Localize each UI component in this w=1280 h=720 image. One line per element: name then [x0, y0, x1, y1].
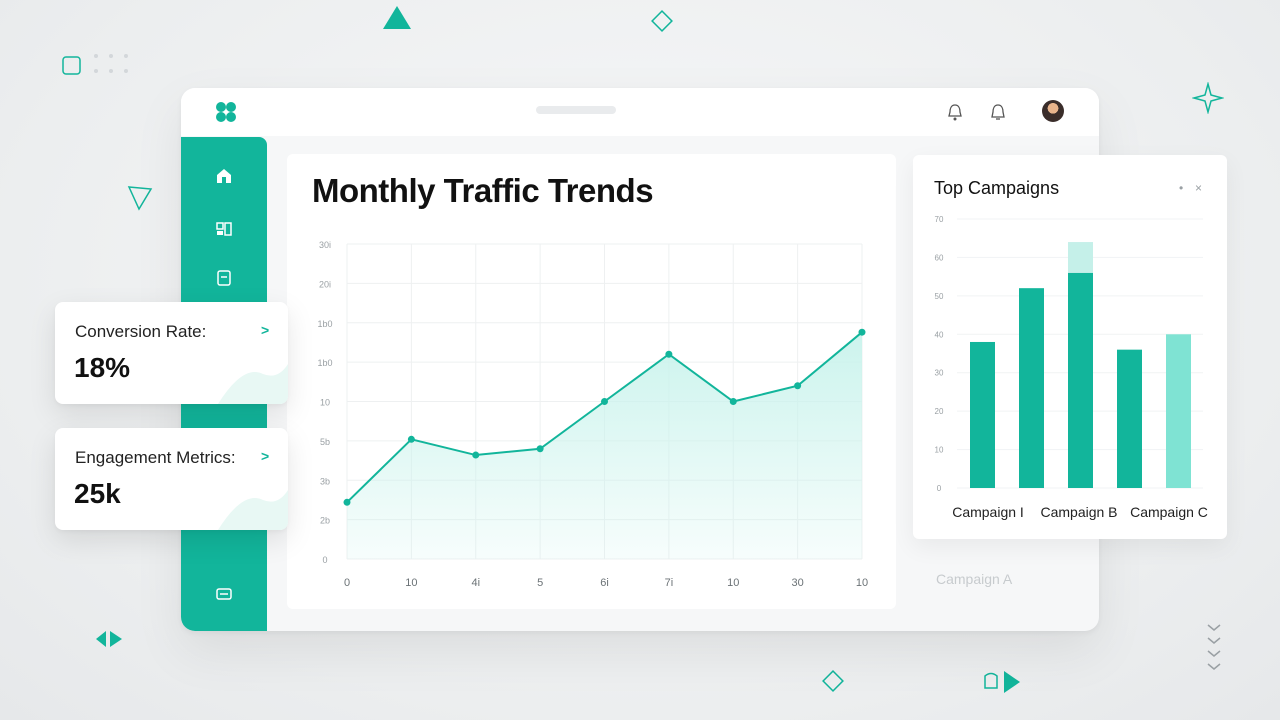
pennant-decoration [126, 184, 154, 212]
x-tick-label: 6i [600, 577, 609, 589]
clover-logo-icon[interactable] [213, 100, 239, 129]
bar [1068, 272, 1093, 488]
bar [1117, 349, 1142, 488]
y-tick-label: 3b [320, 476, 330, 486]
y-tick-label: 10 [935, 446, 944, 455]
data-point [665, 350, 673, 358]
x-tick-label: 10 [405, 577, 417, 589]
top-bar [181, 88, 1099, 136]
x-tick-label: 30 [792, 577, 804, 589]
category-label: Campaign B [1040, 504, 1117, 520]
bar [970, 341, 995, 488]
stat-label: Conversion Rate: [75, 322, 207, 341]
bell-icon[interactable] [946, 102, 964, 127]
y-tick-label: 30 [935, 369, 944, 378]
diamond-decoration [648, 7, 676, 35]
stat-label: Engagement Metrics: [75, 448, 236, 467]
search-bar[interactable] [536, 106, 616, 114]
sparkle-decoration [1192, 82, 1224, 114]
y-tick-label: 10 [320, 398, 330, 408]
traffic-chart-card: Monthly Traffic Trends 0 2b 3b 5b 10 1b0 1b0 20… [287, 154, 896, 609]
x-tick-label: 0 [344, 577, 350, 589]
document-icon[interactable] [215, 269, 233, 292]
y-tick-label: 30i [319, 240, 331, 250]
engagement-metrics-card[interactable]: Engagement Metrics: 25k > [55, 428, 288, 530]
category-label: Campaign I [952, 504, 1024, 520]
y-tick-label: 20 [935, 407, 944, 416]
y-tick-label: 60 [935, 253, 944, 262]
square-decoration [61, 55, 83, 77]
diamond-outline-decoration [818, 666, 848, 696]
ghost-campaign-label: Campaign A [936, 571, 1013, 587]
bar [1166, 334, 1191, 488]
top-campaigns-card: Top Campaigns • × 0 10 20 30 40 50 60 70 Campaig… [913, 155, 1227, 539]
y-tick-label: 50 [935, 292, 944, 301]
y-tick-label: 0 [322, 555, 327, 565]
dots-decoration [92, 52, 134, 80]
user-avatar[interactable] [1042, 100, 1064, 122]
notification-icon[interactable] [989, 102, 1007, 127]
data-point [472, 451, 480, 459]
dashboard-icon[interactable] [215, 220, 233, 243]
category-label: Campaign C [1130, 504, 1208, 520]
campaigns-bar-chart: 0 10 20 30 40 50 60 70 Campaign I Campaign B Campa… [935, 215, 1208, 520]
data-point [536, 445, 544, 453]
data-point [858, 328, 866, 336]
folder-icon[interactable] [215, 585, 233, 608]
data-point [601, 398, 608, 405]
y-tick-label: 0 [937, 484, 942, 493]
triangle-decoration [381, 4, 413, 30]
y-tick-label: 5b [320, 437, 330, 447]
chevrons-decoration [1205, 622, 1223, 674]
bar-segment [1068, 242, 1093, 273]
conversion-rate-card[interactable]: Conversion Rate: 18% > [55, 302, 288, 404]
chevron-right-icon[interactable]: > [261, 322, 269, 338]
data-point [407, 435, 415, 443]
x-tick-label: 10 [727, 577, 739, 589]
arrows-decoration [94, 625, 124, 653]
chevron-right-icon[interactable]: > [261, 448, 269, 464]
stat-value: 25k [74, 478, 121, 509]
wave-decoration [218, 364, 288, 404]
stat-value: 18% [74, 352, 131, 383]
x-tick-label: 4i [471, 577, 480, 589]
bar [1019, 288, 1044, 488]
y-tick-label: 20i [319, 279, 331, 289]
y-tick-label: 1b0 [317, 358, 332, 368]
y-tick-label: 70 [935, 215, 944, 224]
play-decoration [982, 668, 1024, 696]
y-tick-label: 2b [320, 516, 330, 526]
y-tick-label: 1b0 [317, 319, 332, 329]
traffic-chart: 0 2b 3b 5b 10 1b0 1b0 20i 30i 0 10 4i 5 6i 7i 10 30 10 [317, 240, 868, 589]
data-point [729, 398, 737, 405]
x-tick-label: 10 [856, 577, 868, 589]
wave-decoration [218, 490, 288, 530]
x-tick-label: 7i [665, 577, 674, 589]
y-tick-label: 40 [935, 330, 944, 339]
data-point [794, 382, 802, 390]
x-tick-label: 5 [537, 577, 543, 589]
home-icon[interactable] [215, 167, 233, 190]
data-point [343, 498, 351, 506]
